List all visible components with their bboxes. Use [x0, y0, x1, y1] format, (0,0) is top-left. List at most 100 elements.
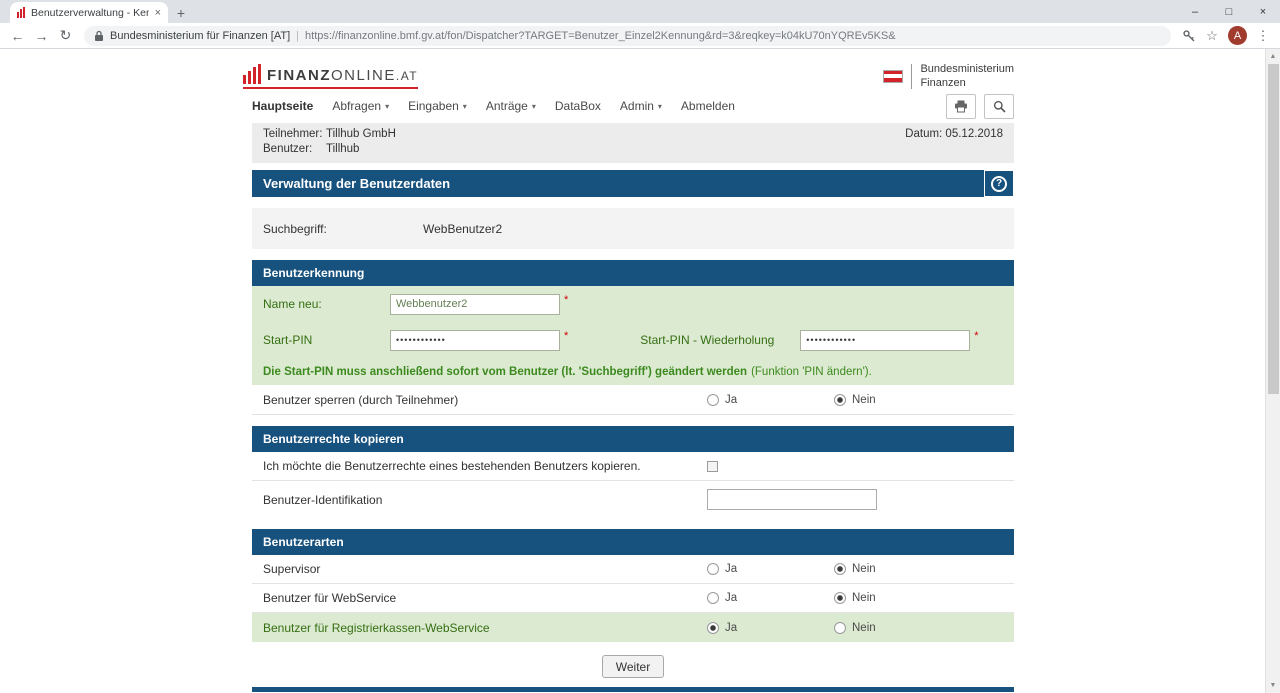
- suchbegriff-value: WebBenutzer2: [423, 222, 502, 236]
- nav-abfragen[interactable]: Abfragen▾: [332, 99, 389, 113]
- nein-label: Nein: [852, 622, 876, 634]
- nav-antraege[interactable]: Anträge ▾: [486, 99, 536, 113]
- back-button[interactable]: ←: [7, 28, 28, 44]
- section-benutzerkennung: Benutzerkennung Name neu: * Start-PIN * …: [252, 260, 1014, 415]
- nav-eingaben[interactable]: Eingaben▾: [408, 99, 467, 113]
- window-maximize-button[interactable]: □: [1212, 0, 1246, 23]
- rechte-kopieren-controls: [707, 461, 1003, 472]
- supervisor-radio-group: Ja Nein: [707, 563, 1003, 575]
- registrierkassen-ja-radio[interactable]: [707, 622, 719, 634]
- pin-hint-normal: (Funktion 'PIN ändern').: [751, 366, 872, 378]
- rechte-kopieren-checkbox[interactable]: [707, 461, 718, 472]
- nav-admin[interactable]: Admin▾: [620, 99, 662, 113]
- page-title: Verwaltung der Benutzerdaten: [263, 176, 450, 191]
- required-asterisk: *: [974, 330, 978, 342]
- lock-icon: [94, 30, 104, 42]
- forward-button[interactable]: →: [31, 28, 52, 44]
- browser-menu-icon[interactable]: ⋮: [1253, 28, 1273, 44]
- benutzer-value: Tillhub: [326, 143, 359, 156]
- name-neu-row: Name neu: *: [252, 286, 1014, 322]
- finanzonline-favicon: [17, 7, 25, 18]
- logo-online: ONLINE: [331, 67, 396, 84]
- scrollbar-thumb[interactable]: [1268, 64, 1279, 394]
- ja-label: Ja: [725, 592, 737, 604]
- start-pin-row: Start-PIN * Start-PIN - Wiederholung *: [252, 322, 1014, 358]
- finanzonline-page: FINANZONLINE.AT Bundesministerium Finanz…: [252, 49, 1014, 692]
- start-pin-wiederholung-input[interactable]: [800, 330, 970, 351]
- browser-tab[interactable]: Benutzerverwaltung - Kennung ×: [10, 2, 168, 23]
- tab-close-icon[interactable]: ×: [155, 7, 161, 19]
- section-header-benutzerkennung: Benutzerkennung: [252, 260, 1014, 286]
- webservice-label: Benutzer für WebService: [263, 591, 707, 605]
- ministry-divider: [911, 64, 912, 89]
- webservice-ja-radio[interactable]: [707, 592, 719, 604]
- name-neu-input[interactable]: [390, 294, 560, 315]
- austria-flag-icon: [883, 70, 903, 83]
- window-minimize-button[interactable]: –: [1178, 0, 1212, 23]
- ja-label: Ja: [725, 394, 737, 406]
- browser-toolbar: ← → ↻ Bundesministerium für Finanzen [AT…: [0, 23, 1280, 49]
- next-section-header-partial: [252, 687, 1014, 692]
- benutzerart-row-webservice: Benutzer für WebService Ja Nein: [252, 584, 1014, 613]
- chevron-down-icon: ▾: [532, 102, 536, 111]
- session-info: Teilnehmer: Tillhub GmbH Benutzer: Tillh…: [263, 128, 905, 158]
- search-button[interactable]: [984, 94, 1014, 119]
- nav-databox[interactable]: DataBox: [555, 99, 601, 113]
- scroll-up-arrow[interactable]: ▲: [1266, 49, 1280, 64]
- teilnehmer-label: Teilnehmer:: [263, 128, 326, 141]
- print-button[interactable]: [946, 94, 976, 119]
- radio-option-ja: Ja: [707, 563, 834, 575]
- address-bar[interactable]: Bundesministerium für Finanzen [AT] | ht…: [84, 26, 1171, 46]
- window-controls: – □ ×: [1178, 0, 1280, 23]
- sperren-ja-radio[interactable]: [707, 394, 719, 406]
- password-key-icon[interactable]: [1179, 29, 1199, 43]
- supervisor-label: Supervisor: [263, 562, 707, 576]
- nav-buttons: [946, 94, 1014, 119]
- nav-abmelden[interactable]: Abmelden: [681, 99, 735, 113]
- ministry-line1: Bundesministerium: [920, 62, 1014, 76]
- profile-avatar[interactable]: A: [1228, 26, 1247, 45]
- window-close-button[interactable]: ×: [1246, 0, 1280, 23]
- radio-option-nein: Nein: [834, 394, 961, 406]
- benutzer-identifikation-label: Benutzer-Identifikation: [263, 493, 707, 507]
- identifikation-input-cell: [707, 489, 1003, 510]
- benutzer-identifikation-input[interactable]: [707, 489, 877, 510]
- weiter-button[interactable]: Weiter: [602, 655, 664, 678]
- section-header-benutzerrechte: Benutzerrechte kopieren: [252, 426, 1014, 452]
- nav-label: Anträge: [486, 99, 528, 113]
- registrierkassen-label: Benutzer für Registrierkassen-WebService: [263, 621, 707, 635]
- nav-label: Abfragen: [332, 99, 381, 113]
- suchbegriff-box: Suchbegriff: WebBenutzer2: [252, 208, 1014, 249]
- checkbox-cell: [707, 461, 834, 472]
- benutzerart-row-supervisor: Supervisor Ja Nein: [252, 555, 1014, 584]
- ja-label: Ja: [725, 563, 737, 575]
- nav-label: Admin: [620, 99, 654, 113]
- logo-bars-icon: [243, 64, 261, 84]
- page-scrollbar[interactable]: ▲ ▼: [1265, 49, 1280, 693]
- required-asterisk: *: [564, 330, 568, 342]
- bookmark-star-icon[interactable]: ☆: [1202, 28, 1222, 44]
- benutzer-identifikation-row: Benutzer-Identifikation: [252, 481, 1014, 518]
- help-button[interactable]: ?: [984, 170, 1014, 197]
- webservice-nein-radio[interactable]: [834, 592, 846, 604]
- reload-button[interactable]: ↻: [55, 27, 76, 44]
- nav-label: Hauptseite: [252, 99, 313, 113]
- benutzerart-row-registrierkassen: Benutzer für Registrierkassen-WebService…: [252, 613, 1014, 642]
- start-pin-input[interactable]: [390, 330, 560, 351]
- new-tab-button[interactable]: +: [168, 2, 194, 23]
- name-neu-label: Name neu:: [263, 297, 390, 311]
- nav-hauptseite[interactable]: Hauptseite: [252, 99, 313, 113]
- supervisor-ja-radio[interactable]: [707, 563, 719, 575]
- section-header-benutzerarten: Benutzerarten: [252, 529, 1014, 555]
- supervisor-nein-radio[interactable]: [834, 563, 846, 575]
- rechte-kopieren-label: Ich möchte die Benutzerrechte eines best…: [263, 459, 707, 473]
- radio-option-nein: Nein: [834, 563, 961, 575]
- url-separator: |: [296, 30, 299, 42]
- scroll-down-arrow[interactable]: ▼: [1266, 678, 1280, 693]
- nein-label: Nein: [852, 394, 876, 406]
- radio-option-nein: Nein: [834, 622, 961, 634]
- finanzonline-logo[interactable]: FINANZONLINE.AT: [243, 64, 418, 89]
- nein-label: Nein: [852, 563, 876, 575]
- registrierkassen-nein-radio[interactable]: [834, 622, 846, 634]
- sperren-nein-radio[interactable]: [834, 394, 846, 406]
